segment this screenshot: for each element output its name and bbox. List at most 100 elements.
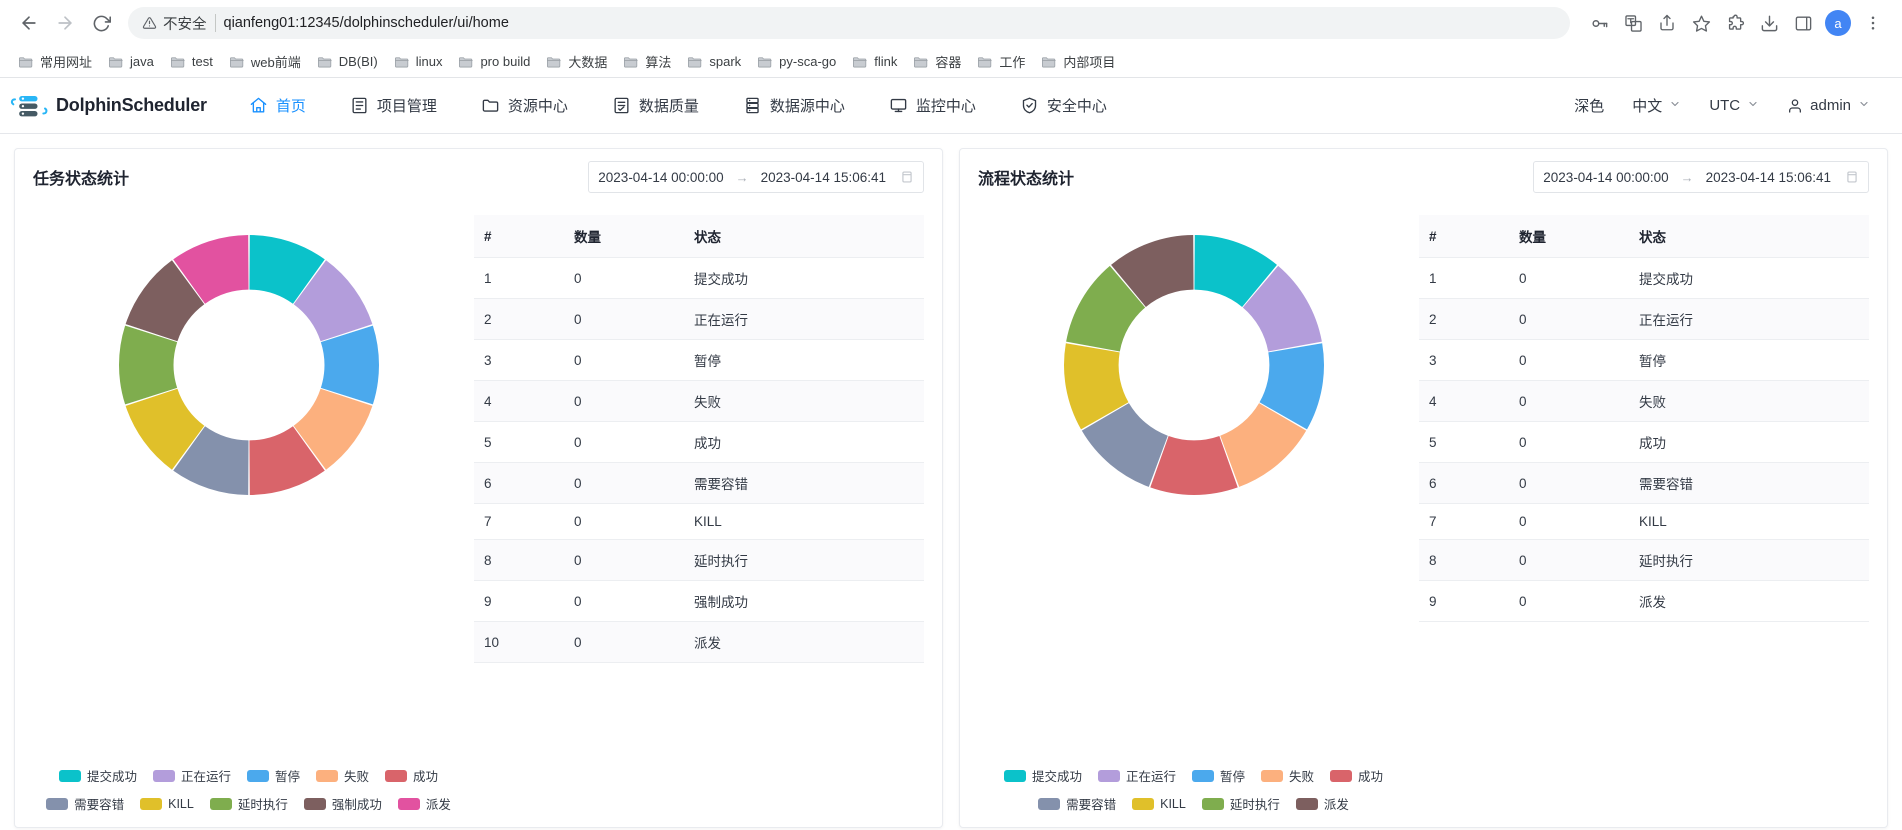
row-index: 10 [474,621,564,663]
legend-item[interactable]: 暂停 [1191,766,1245,785]
table-row[interactable]: 2 0 正在运行 [1419,298,1869,340]
date-range-picker[interactable]: 2023-04-14 00:00:00 → 2023-04-14 15:06:41 [1533,161,1869,193]
profile-avatar[interactable]: a [1825,10,1851,36]
row-index: 5 [474,421,564,463]
legend-item[interactable]: 失败 [316,766,369,785]
legend-item[interactable]: 延时执行 [1201,794,1280,813]
bookmark-item[interactable]: 算法 [615,49,679,74]
table-row[interactable]: 2 0 正在运行 [474,298,924,340]
date-start-input[interactable]: 2023-04-14 00:00:00 [598,170,723,185]
bookmark-item[interactable]: test [162,51,221,72]
legend-item[interactable]: 失败 [1261,766,1314,785]
bookmark-star-icon[interactable] [1686,8,1716,38]
legend-item[interactable]: 成功 [1330,766,1383,785]
forward-arrow-icon[interactable] [50,8,80,38]
share-icon[interactable] [1652,8,1682,38]
bookmark-item[interactable]: java [100,51,162,72]
bookmark-item[interactable]: 常用网址 [10,49,100,74]
site-security-chip[interactable]: 不安全 [142,13,207,34]
table-row[interactable]: 7 0 KILL [474,503,924,540]
legend-item[interactable]: 成功 [385,766,438,785]
legend-item[interactable]: 提交成功 [1003,766,1082,785]
nav-item-7[interactable]: 安全中心 [998,78,1129,134]
bookmark-item[interactable]: py-sca-go [749,51,844,72]
legend-item[interactable]: 正在运行 [1097,766,1176,785]
bookmark-item[interactable]: 内部项目 [1033,49,1123,74]
chrome-menu-icon[interactable] [1858,8,1888,38]
row-status: 需要容错 [684,462,924,504]
legend-item[interactable]: 提交成功 [58,766,137,785]
table-row[interactable]: 5 0 成功 [474,421,924,463]
table-row[interactable]: 3 0 暂停 [1419,339,1869,381]
table-row[interactable]: 10 0 派发 [474,621,924,663]
table-row[interactable]: 6 0 需要容错 [1419,462,1869,504]
nav-item-1[interactable]: 首页 [227,78,328,134]
bookmark-item[interactable]: web前端 [221,49,309,74]
nav-item-2[interactable]: 项目管理 [328,78,459,134]
sidepanel-icon[interactable] [1788,8,1818,38]
back-arrow-icon[interactable] [14,8,44,38]
bookmark-item[interactable]: pro build [450,51,538,72]
table-row[interactable]: 6 0 需要容错 [474,462,924,504]
table-row[interactable]: 9 0 强制成功 [474,580,924,622]
password-key-icon[interactable] [1584,8,1614,38]
legend-item[interactable]: 需要容错 [46,794,124,813]
calendar-icon[interactable] [900,170,914,184]
reload-icon[interactable] [86,8,116,38]
legend-item[interactable]: 正在运行 [152,766,231,785]
date-start-input[interactable]: 2023-04-14 00:00:00 [1543,170,1668,185]
url-text[interactable]: qianfeng01:12345/dolphinscheduler/ui/hom… [224,15,1557,31]
table-row[interactable]: 3 0 暂停 [474,339,924,381]
nav-item-5[interactable]: 数据源中心 [721,78,867,134]
bookmark-label: web前端 [250,55,301,70]
table-row[interactable]: 4 0 失败 [1419,380,1869,422]
date-end-input[interactable]: 2023-04-14 15:06:41 [1706,170,1831,185]
timezone-selector[interactable]: UTC [1695,97,1773,114]
table-row[interactable]: 8 0 延时执行 [474,539,924,581]
table-row[interactable]: 7 0 KILL [1419,503,1869,540]
brand-logo[interactable]: DolphinScheduler [10,91,207,121]
bookmark-item[interactable]: 工作 [969,49,1033,74]
language-label: 中文 [1632,98,1663,115]
table-row[interactable]: 5 0 成功 [1419,421,1869,463]
legend-item[interactable]: 强制成功 [303,794,382,813]
bookmark-item[interactable]: linux [386,51,451,72]
table-row[interactable]: 1 0 提交成功 [1419,257,1869,299]
bookmark-item[interactable]: 容器 [905,49,969,74]
bookmarks-bar: 常用网址 java test web前端 DB(BI) linux pro build 大数据… [0,46,1902,78]
user-menu[interactable]: admin [1773,97,1884,114]
legend-item[interactable]: 派发 [1295,794,1349,813]
legend-label: 提交成功 [1031,770,1082,784]
legend-item[interactable]: 需要容错 [1038,794,1116,813]
downloads-icon[interactable] [1754,8,1784,38]
legend-item[interactable]: 暂停 [246,766,300,785]
nav-item-6[interactable]: 监控中心 [867,78,998,134]
row-status: 提交成功 [1629,257,1869,299]
table-row[interactable]: 4 0 失败 [474,380,924,422]
bookmark-item[interactable]: flink [844,51,905,72]
bookmark-item[interactable]: 大数据 [538,49,615,74]
table-row[interactable]: 8 0 延时执行 [1419,539,1869,581]
calendar-icon[interactable] [1845,170,1859,184]
folder-icon [170,56,185,67]
extensions-puzzle-icon[interactable] [1720,8,1750,38]
legend-item[interactable]: 派发 [397,794,451,813]
legend-item[interactable]: KILL [1132,797,1186,811]
legend-swatch [1097,769,1120,782]
date-range-picker[interactable]: 2023-04-14 00:00:00 → 2023-04-14 15:06:41 [588,161,924,193]
legend-item[interactable]: 延时执行 [209,794,288,813]
nav-item-4[interactable]: 数据质量 [590,78,721,134]
table-column-header: 状态 [684,215,924,258]
table-column-header: 数量 [564,215,684,258]
bookmark-item[interactable]: DB(BI) [309,51,386,72]
translate-icon[interactable] [1618,8,1648,38]
language-selector[interactable]: 中文 [1618,95,1695,116]
address-bar[interactable]: 不安全 qianfeng01:12345/dolphinscheduler/ui… [128,7,1570,39]
nav-item-3[interactable]: 资源中心 [459,78,590,134]
table-row[interactable]: 9 0 派发 [1419,580,1869,622]
table-row[interactable]: 1 0 提交成功 [474,257,924,299]
theme-toggle[interactable]: 深色 [1560,95,1618,116]
date-end-input[interactable]: 2023-04-14 15:06:41 [761,170,886,185]
legend-item[interactable]: KILL [140,797,194,811]
bookmark-item[interactable]: spark [679,51,749,72]
